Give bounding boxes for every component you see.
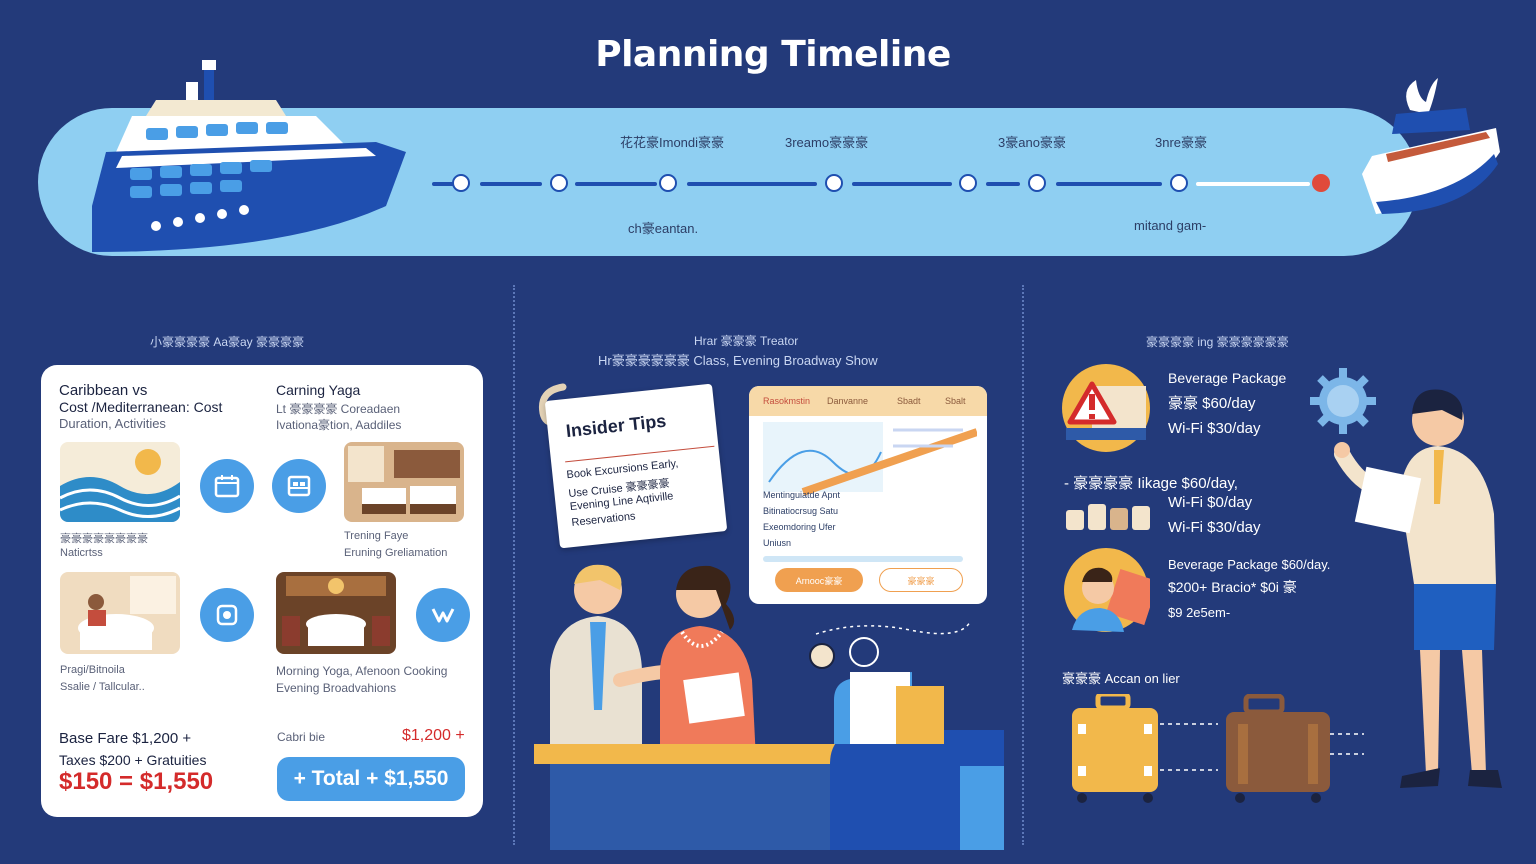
timeline-end-marker[interactable]: [1312, 174, 1330, 192]
dining-icon[interactable]: [200, 588, 254, 642]
traveler-avatar: [1064, 548, 1150, 632]
warning-icon: [1062, 364, 1150, 452]
tips-title: Insider Tips: [564, 410, 668, 442]
timeline-segment: [575, 182, 657, 186]
luggage-icon: [1072, 694, 1364, 803]
timeline-segment: [852, 182, 952, 186]
compare-title: Cost /Mediterranean: Cost: [59, 399, 223, 415]
screen-tab[interactable]: Danvanne: [827, 396, 868, 406]
timeline-label: ch豪eantan.: [628, 221, 699, 236]
timeline-label: 3豪ano豪豪: [998, 135, 1066, 150]
thumbnail-caption: Pragi/Bitnoila: [60, 664, 125, 676]
compare-subtitle: Duration, Activities: [59, 416, 166, 431]
insider-tips-note: Insider Tips Book Excursions Early, Use …: [544, 383, 728, 549]
package-line: $200+ Bracio* $0i 豪: [1168, 579, 1297, 595]
package-line: - 豪豪豪豪 Iikage $60/day,: [1064, 475, 1238, 492]
bed-icon[interactable]: [272, 459, 326, 513]
wifi-price: Wi-Fi $0/day: [1168, 494, 1253, 511]
screen-tab[interactable]: Sbalt: [945, 396, 966, 406]
cabin-price: $1,200 +: [402, 727, 465, 744]
yoga-subtitle: Ivationa豪tion, Aaddiles: [276, 418, 402, 432]
timeline-label: 3reamo豪豪豪: [785, 135, 869, 150]
screen-tab[interactable]: Sbadt: [897, 396, 921, 406]
timeline-milestone[interactable]: [452, 174, 470, 192]
yoga-title: Carning Yaga: [276, 382, 361, 398]
presenter-illustration: [1334, 389, 1502, 788]
total-button[interactable]: + Total + $1,550: [277, 757, 465, 801]
tip-item: Reservations: [570, 510, 637, 530]
section-header: 豪豪豪豪 ing 豪豪豪豪豪豪: [1146, 335, 1289, 349]
caribbean-thumbnail[interactable]: [60, 442, 180, 522]
compare-title: Caribbean vs: [59, 382, 148, 399]
calendar-icon[interactable]: [200, 459, 254, 513]
yoga-subtitle: Lt 豪豪豪豪 Coreadaen: [276, 402, 401, 416]
timeline-label: 3nre豪豪: [1155, 135, 1208, 150]
dining-thumbnail[interactable]: [60, 572, 180, 654]
thumbnail-caption: Naticrtss: [60, 547, 103, 559]
thumbnail-caption: 豪豪豪豪豪豪豪豪: [60, 533, 148, 545]
timeline-label: mitand gam-: [1134, 218, 1207, 233]
beverage-package-label: Beverage Package: [1168, 370, 1287, 386]
timeline-label: 花花豪Imondi豪豪: [620, 135, 725, 150]
thumbnail-caption: Trening Faye: [344, 530, 409, 542]
thumbnail-caption: Evening Broadvahions: [276, 681, 397, 695]
fare-total: $150 = $1,550: [59, 768, 214, 795]
tips-divider: [565, 445, 715, 463]
section-divider: [513, 285, 515, 845]
timeline-milestone[interactable]: [1170, 174, 1188, 192]
screen-list-item: Exeomdoring Ufer: [763, 522, 836, 532]
screen-tab[interactable]: Rasokmstin: [763, 396, 810, 406]
restaurant-thumbnail[interactable]: [276, 572, 396, 654]
timeline-segment: [687, 182, 817, 186]
section-header: Hrar 豪豪豪 Treator: [694, 334, 799, 348]
package-line: Beverage Package $60/day.: [1168, 557, 1331, 572]
price-line: 豪豪 $60/day: [1168, 395, 1256, 412]
drinks-icon: [1066, 504, 1150, 530]
thumbnail-caption: Ssalie / Tallcular..: [60, 681, 145, 693]
section-divider: [1022, 285, 1024, 845]
timeline-segment: [1196, 182, 1310, 186]
timeline-milestone[interactable]: [1028, 174, 1046, 192]
package-line: $9 2e5em-: [1168, 605, 1231, 620]
fare-breakdown: Base Fare $1,200 +: [59, 730, 192, 747]
section-subheader: Hr豪豪豪豪豪豪 Class, Evening Broadway Show: [598, 353, 878, 368]
timeline-segment: [986, 182, 1020, 186]
travel-agent-illustration: [534, 564, 1004, 850]
cabin-label: Cabri bie: [277, 730, 326, 744]
luggage-label: 豪豪豪 Accan on lier: [1062, 671, 1180, 686]
thumbnail-caption: Eruning Greliamation: [344, 547, 448, 559]
cruise-ship-illustration: [92, 60, 406, 252]
section-header: 小豪豪豪豪 Aa豪ay 豪豪豪豪: [150, 335, 305, 349]
cabin-thumbnail[interactable]: [344, 442, 464, 522]
timeline-milestone[interactable]: [959, 174, 977, 192]
screen-list-item: Mentinguiatde Apnt: [763, 490, 841, 500]
wifi-price: Wi-Fi $30/day: [1168, 420, 1261, 437]
wifi-price: Wi-Fi $30/day: [1168, 519, 1261, 536]
timeline-milestone[interactable]: [550, 174, 568, 192]
timeline-segment: [1056, 182, 1162, 186]
small-ship-illustration: [1362, 78, 1500, 214]
thumbnail-caption: Morning Yoga, Afenoon Cooking: [276, 664, 448, 678]
screen-list-item: Bitinatiocrsug Satu: [763, 506, 839, 516]
timeline-segment: [480, 182, 542, 186]
fare-breakdown: Taxes $200 + Gratuities: [59, 752, 207, 768]
activity-icon[interactable]: [416, 588, 470, 642]
timeline-milestone[interactable]: [659, 174, 677, 192]
timeline-milestone[interactable]: [825, 174, 843, 192]
screen-list-item: Uniusn: [763, 538, 792, 548]
